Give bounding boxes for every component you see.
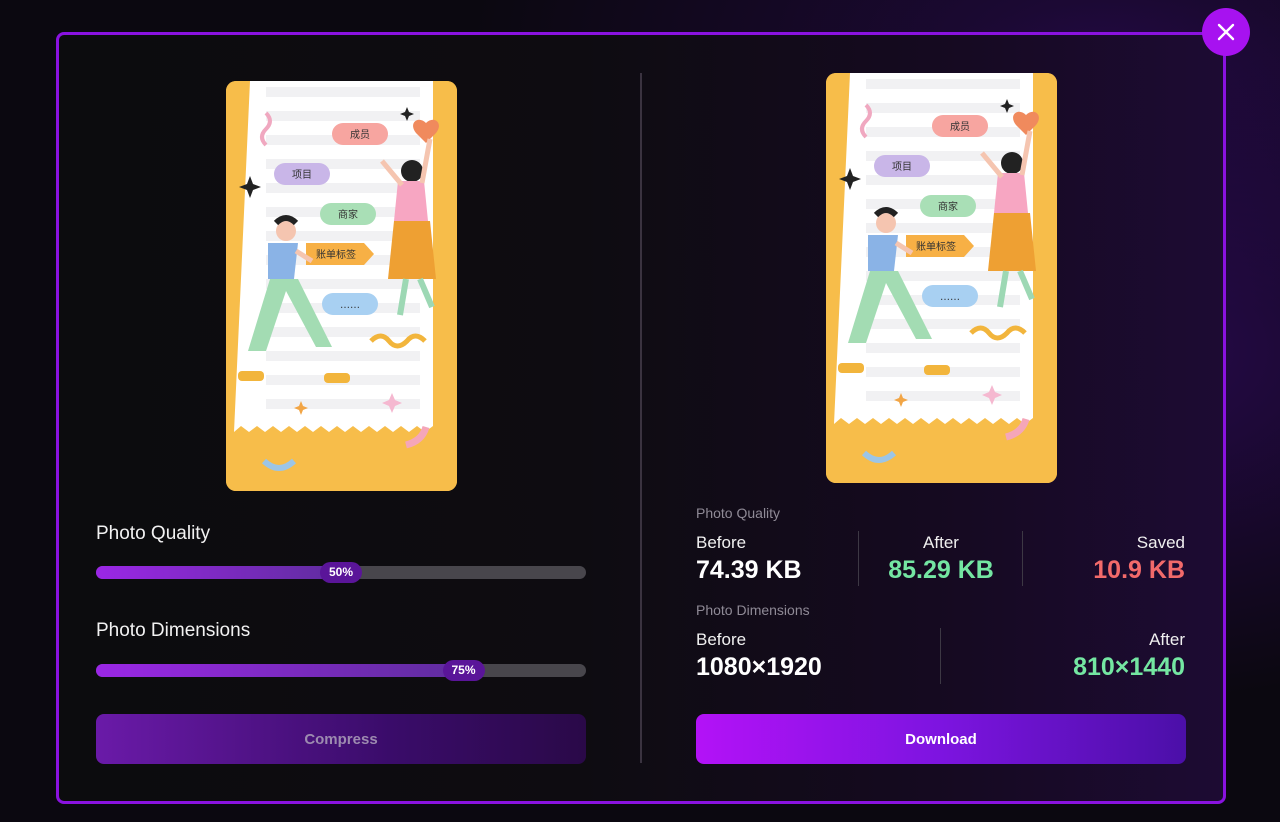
dimensions-section-title: Photo Dimensions (696, 602, 810, 618)
before-size-label: Before (696, 533, 747, 552)
tag-project: 项目 (892, 161, 912, 173)
photo-quality-label: Photo Quality (96, 523, 211, 544)
photo-dimensions-label: Photo Dimensions (96, 620, 251, 641)
tag-member: 成员 (950, 121, 970, 133)
compress-button[interactable]: Compress (96, 714, 586, 764)
photo-dimensions-slider[interactable]: 75% (96, 660, 586, 681)
download-button[interactable]: Download (696, 714, 1186, 764)
tag-more: …… (340, 300, 360, 311)
tag-merchant: 商家 (938, 200, 958, 213)
tag-more: …… (940, 292, 960, 303)
before-size-value: 74.39 KB (696, 556, 802, 584)
saved-size-label: Saved (1136, 533, 1185, 552)
photo-quality-thumb[interactable]: 50% (319, 562, 363, 583)
after-size-value: 85.29 KB (888, 556, 994, 584)
tag-bill-label: 账单标签 (916, 240, 956, 253)
tag-merchant: 商家 (338, 208, 358, 221)
tag-project: 项目 (292, 169, 312, 181)
photo-quality-fill (96, 566, 341, 579)
stat-divider (940, 628, 941, 684)
after-dimensions-value: 810×1440 (1073, 653, 1185, 681)
close-icon (1217, 23, 1235, 41)
photo-dimensions-fill (96, 664, 464, 677)
original-preview-image: 成员 项目 商家 账单标签 …… (226, 81, 457, 491)
tag-bill-label: 账单标签 (316, 248, 356, 261)
panel-divider (640, 73, 642, 763)
photo-dimensions-thumb[interactable]: 75% (442, 660, 485, 681)
stat-divider (858, 531, 859, 586)
tag-member: 成员 (350, 129, 370, 141)
after-dimensions-label: After (1149, 630, 1185, 649)
stat-divider (1022, 531, 1023, 586)
photo-quality-slider[interactable]: 50% (96, 562, 586, 583)
saved-size-value: 10.9 KB (1093, 556, 1185, 584)
before-dimensions-value: 1080×1920 (696, 653, 822, 681)
after-size-label: After (923, 533, 959, 552)
compressed-preview-image: 成员 项目 商家 账单标签 …… (826, 73, 1057, 483)
close-button[interactable] (1202, 8, 1250, 56)
quality-section-title: Photo Quality (696, 505, 781, 521)
before-dimensions-label: Before (696, 630, 747, 649)
